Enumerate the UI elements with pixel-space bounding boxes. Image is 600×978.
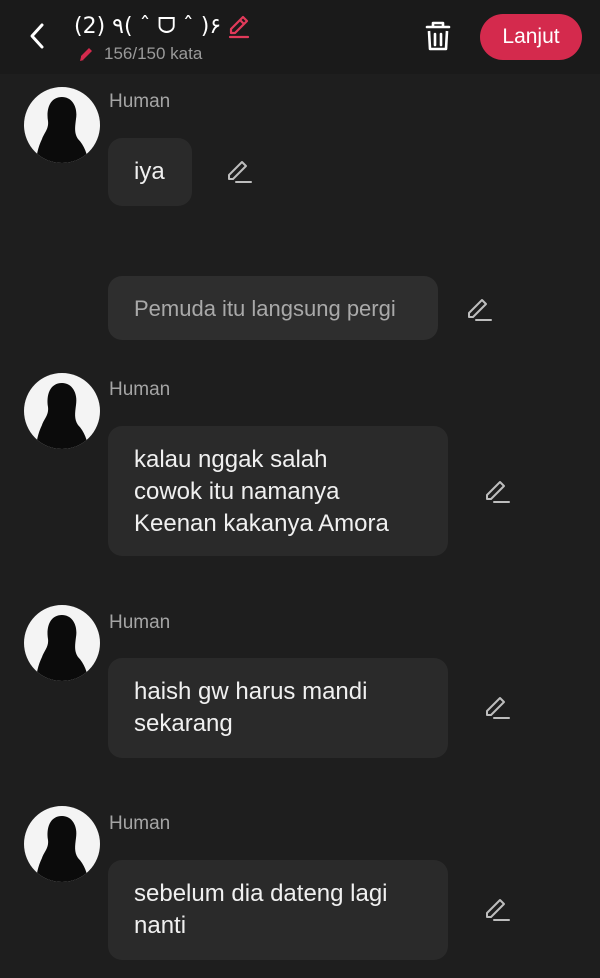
user-silhouette-icon <box>36 383 88 449</box>
chevron-left-icon <box>30 23 44 49</box>
avatar <box>24 605 100 681</box>
message-bubble: sebelum dia dateng lagi nanti <box>108 860 448 960</box>
sender-name: Human <box>109 91 171 112</box>
message-bubble: iya <box>108 138 192 206</box>
edit-message-icon[interactable] <box>482 894 512 924</box>
trash-icon[interactable] <box>418 16 458 56</box>
edit-title-icon[interactable] <box>225 12 253 40</box>
sender-name: Human <box>109 813 171 834</box>
user-silhouette-icon <box>36 97 88 163</box>
sender-name: Human <box>109 612 171 633</box>
message-bubble: haish gw harus mandi sekarang <box>108 658 448 758</box>
edit-message-icon[interactable] <box>464 294 494 324</box>
user-silhouette-icon <box>36 816 88 882</box>
pencil-icon <box>80 48 92 61</box>
back-button[interactable] <box>22 18 52 54</box>
avatar <box>24 806 100 882</box>
title-area: (2) ٩( ˆ ᗜ ˆ )۶ 156/150 kata <box>74 10 253 64</box>
user-silhouette-icon <box>36 615 88 681</box>
message-bubble: kalau nggak salah cowok itu namanya Keen… <box>108 426 448 556</box>
narration-bubble: Pemuda itu langsung pergi <box>108 276 438 340</box>
next-button[interactable]: Lanjut <box>480 14 582 60</box>
sender-name: Human <box>109 379 171 400</box>
edit-message-icon[interactable] <box>224 156 254 186</box>
avatar <box>24 373 100 449</box>
avatar <box>24 87 100 163</box>
word-count: 156/150 kata <box>104 44 203 63</box>
page-title: (2) ٩( ˆ ᗜ ˆ )۶ <box>74 13 222 39</box>
edit-message-icon[interactable] <box>482 476 512 506</box>
edit-message-icon[interactable] <box>482 692 512 722</box>
top-bar: (2) ٩( ˆ ᗜ ˆ )۶ 156/150 kata Lanjut <box>0 0 600 74</box>
